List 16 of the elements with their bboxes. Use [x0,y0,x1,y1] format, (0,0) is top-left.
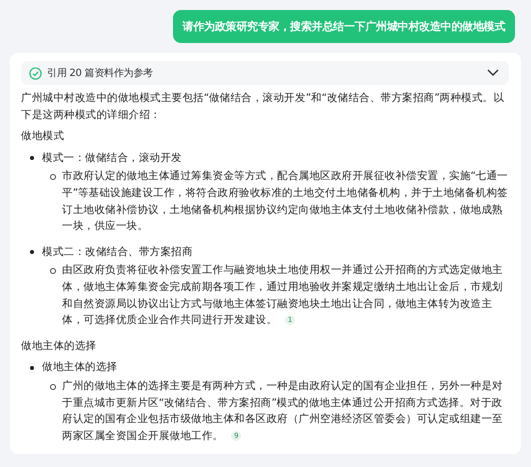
references-toggle[interactable]: 引用 20 篇资料作为参考 [21,61,509,85]
references-label: 引用 20 篇资料作为参考 [47,66,153,80]
bullet-icon [30,366,34,370]
user-message: 请作为政策研究专家，搜索并总结一下广州城中村改造中的做地模式 [172,10,515,43]
bullet-icon [30,156,34,160]
list-item-title: 做地主体的选择 [42,360,118,376]
bullet-icon [30,250,34,254]
list-item-title: 模式一：做储结合，滚动开发 [42,150,182,166]
bullet-icon [50,174,56,180]
bullet-icon [50,384,56,390]
list-item-title: 模式二：改储结合、带方案招商 [42,244,192,260]
section-heading: 做地主体的选择 [21,338,98,354]
answer-paragraph: 广州城中村改造中的做地模式主要包括“做储结合，滚动开发”和“改储结合、带方案招商”两种模式。以下是这两种模式的详细介绍： [21,91,506,123]
list-item-text: 市政府认定的做地主体通过筹集资金等方式，配合属地区政府开展征收补偿安置，实施“七通一平”等基础设施建设工作，将符合政府验收标准的土地交付土地储备机构，并于土地储备机构签订土地收储补偿协议，土地储备机构根据协议约定向做地主体支付土地收储补偿款，做地成熟一块，供应一块。 [62,169,509,234]
section-heading: 做地模式 [21,129,65,144]
bullet-icon [50,268,56,274]
